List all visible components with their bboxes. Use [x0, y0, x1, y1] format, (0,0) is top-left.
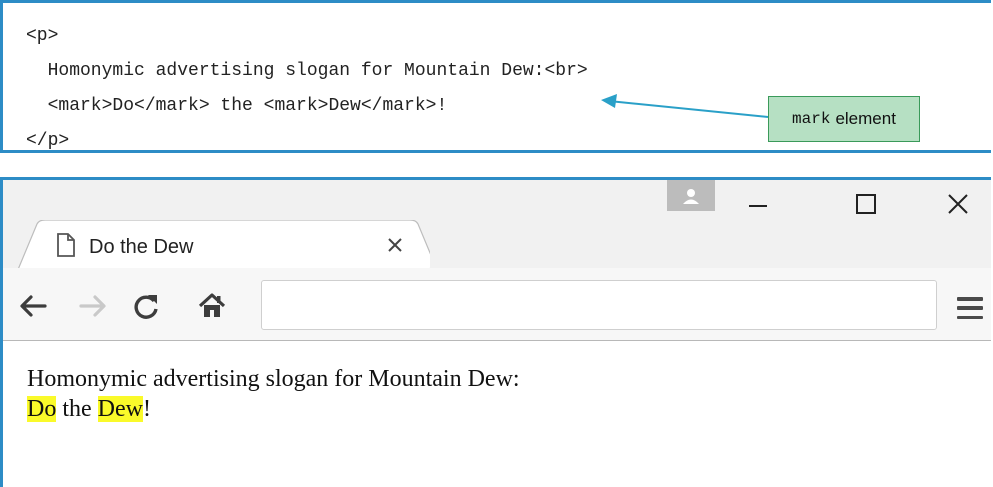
forward-button[interactable] — [77, 290, 109, 322]
hamburger-menu-icon — [957, 315, 983, 319]
plain-text: the — [56, 396, 98, 422]
back-button[interactable] — [17, 290, 49, 322]
code-panel: <p> Homonymic advertising slogan for Mou… — [0, 0, 991, 153]
browser-window: Do the Dew Homonymic advertising slogan … — [0, 177, 991, 487]
menu-button[interactable] — [955, 293, 985, 323]
home-icon — [199, 293, 225, 317]
tab-title[interactable]: Do the Dew — [89, 236, 194, 259]
person-icon — [683, 188, 699, 204]
home-button[interactable] — [196, 290, 228, 322]
page-text-line1: Homonymic advertising slogan for Mountai… — [27, 366, 520, 392]
maximize-icon — [856, 194, 876, 214]
hamburger-menu-icon — [957, 306, 983, 310]
hamburger-menu-icon — [957, 297, 983, 301]
close-icon — [948, 194, 968, 214]
maximize-button[interactable] — [836, 184, 896, 224]
callout-text: element — [835, 109, 896, 128]
close-button[interactable] — [928, 184, 988, 224]
page-text-line2: Do the Dew! — [27, 394, 151, 424]
arrow-right-icon — [79, 295, 106, 317]
reload-button[interactable] — [130, 290, 162, 322]
profile-button[interactable] — [667, 180, 715, 211]
minimize-icon — [749, 205, 767, 207]
tab-shape — [16, 220, 430, 272]
title-bar: Do the Dew — [3, 180, 991, 272]
callout-code-word: mark — [792, 110, 831, 128]
page-content: Homonymic advertising slogan for Mountai… — [3, 342, 991, 487]
browser-toolbar — [3, 268, 991, 341]
plain-text: ! — [143, 396, 151, 422]
tab-close-icon[interactable] — [383, 233, 407, 257]
callout-box: mark element — [768, 96, 920, 142]
address-bar[interactable] — [261, 280, 937, 330]
arrow-left-icon — [20, 295, 47, 317]
highlighted-word: Do — [27, 396, 57, 422]
highlighted-word: Dew — [97, 396, 143, 422]
reload-icon — [134, 295, 158, 319]
page-icon — [56, 233, 76, 262]
minimize-button[interactable] — [728, 184, 788, 224]
